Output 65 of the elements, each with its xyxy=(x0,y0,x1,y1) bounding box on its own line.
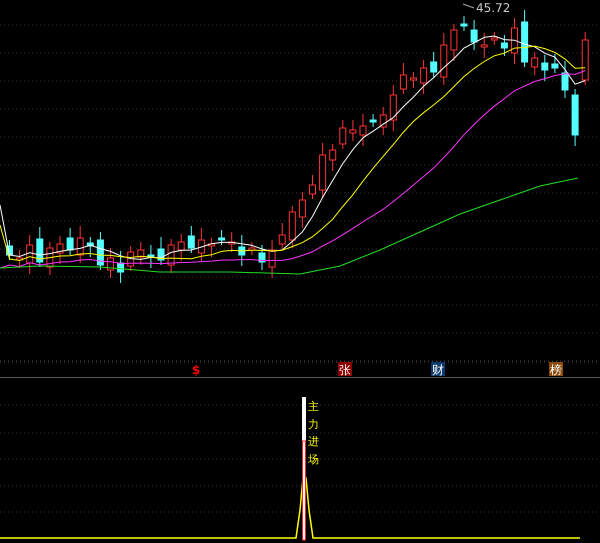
candlestick xyxy=(96,232,104,270)
candlestick xyxy=(107,248,114,278)
candlestick xyxy=(329,144,336,172)
signal-tag: 张 xyxy=(338,362,352,377)
candlestick xyxy=(349,120,356,142)
candlestick xyxy=(208,238,215,258)
candlestick xyxy=(450,24,458,62)
candlestick xyxy=(531,52,538,76)
candlestick xyxy=(147,244,154,268)
price-label: 45.72 xyxy=(476,1,510,15)
candlestick xyxy=(278,222,286,250)
dollar-marker: $ xyxy=(192,363,200,377)
leader-line xyxy=(462,4,474,8)
candlestick xyxy=(360,114,366,146)
candlestick xyxy=(86,236,94,258)
candlestick xyxy=(551,54,558,74)
candlestick xyxy=(168,238,175,274)
candlestick xyxy=(390,84,397,132)
signal-tag: 财 xyxy=(431,362,445,377)
candlestick xyxy=(158,236,164,266)
candlestick xyxy=(541,54,548,82)
candlestick xyxy=(460,16,468,32)
candlestick xyxy=(238,234,246,266)
candlestick xyxy=(76,226,84,264)
candlestick xyxy=(572,88,579,146)
candlestick xyxy=(248,242,256,256)
candlestick xyxy=(430,52,438,78)
candlestick xyxy=(470,20,478,50)
candlestick xyxy=(490,32,498,46)
candlestick xyxy=(370,114,377,128)
signal-tag: 榜 xyxy=(549,362,563,377)
candlestick xyxy=(309,174,316,200)
candlestick xyxy=(46,242,54,276)
candlestick xyxy=(288,206,296,248)
candlestick xyxy=(188,226,195,254)
candlestick xyxy=(339,120,346,150)
candlestick xyxy=(16,250,24,268)
candlestick xyxy=(228,232,236,252)
candlestick xyxy=(420,60,428,94)
candlestick xyxy=(26,234,34,274)
candlestick xyxy=(298,192,306,228)
candlestick xyxy=(500,34,508,56)
candlestick xyxy=(511,18,518,64)
signal-text: 主力进场 xyxy=(308,399,319,468)
candlestick xyxy=(218,230,226,246)
candlestick xyxy=(36,226,44,268)
candlestick xyxy=(400,62,407,94)
candlestick xyxy=(562,60,568,98)
candlestick xyxy=(117,250,124,284)
candlestick xyxy=(178,234,185,262)
candlestick xyxy=(258,244,266,270)
candlestick xyxy=(56,236,64,264)
candlestick xyxy=(380,106,387,136)
candlestick xyxy=(410,72,417,88)
candlestick xyxy=(268,240,276,278)
candlestick xyxy=(521,10,528,68)
candlestick xyxy=(127,246,134,272)
candlestick xyxy=(319,142,326,198)
candlestick xyxy=(582,32,589,86)
candlestick xyxy=(480,32,488,58)
candlestick xyxy=(137,242,144,266)
candlestick xyxy=(440,32,448,86)
candlestick xyxy=(66,228,74,256)
candlestick xyxy=(6,240,13,260)
candlestick xyxy=(198,228,205,262)
